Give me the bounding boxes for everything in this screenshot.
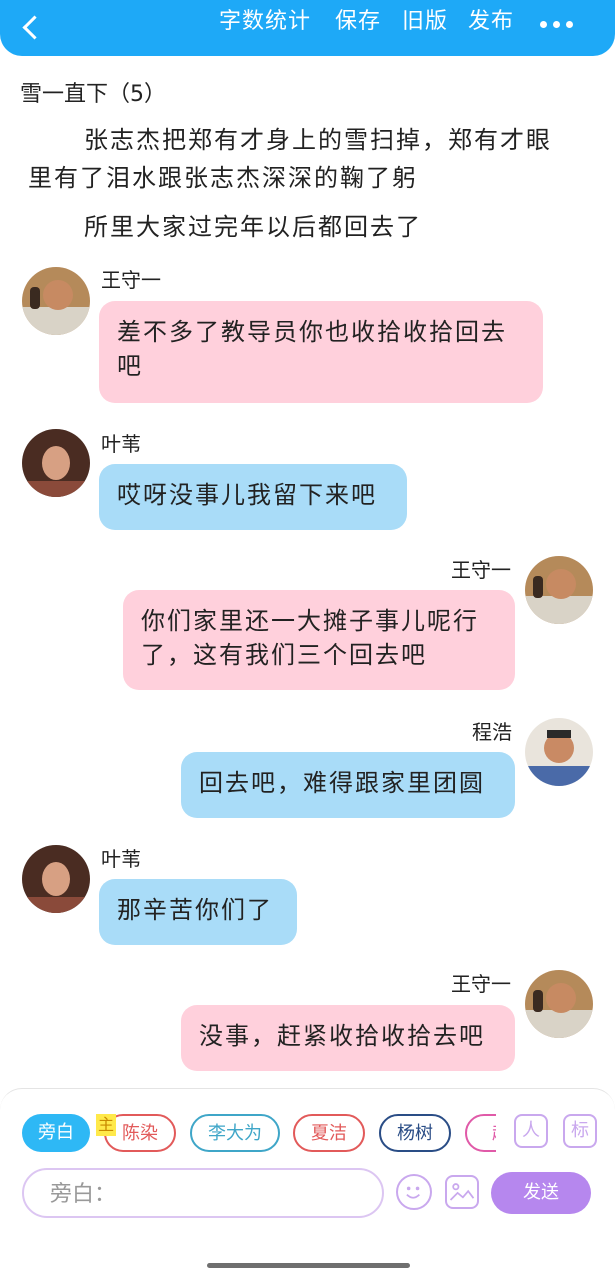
message-bubble[interactable]: 没事，赶紧收拾收拾去吧 — [181, 1005, 515, 1071]
avatar-wang-shouyi[interactable] — [525, 556, 593, 624]
avatar-ye-wei[interactable] — [22, 429, 90, 497]
speaker-name: 叶苇 — [101, 847, 141, 871]
message-bubble[interactable]: 回去吧，难得跟家里团圆 — [181, 752, 515, 818]
avatar-ye-wei[interactable] — [22, 845, 90, 913]
speaker-name: 程浩 — [472, 720, 512, 744]
old-version-button[interactable]: 旧版 — [402, 6, 448, 38]
speaker-name: 叶苇 — [101, 432, 141, 456]
word-count-button[interactable]: 字数统计 — [219, 6, 311, 38]
narration-line: 所里大家过完年以后都回去了 — [84, 213, 422, 241]
speaker-name: 王守一 — [451, 972, 511, 996]
save-button[interactable]: 保存 — [335, 6, 381, 38]
more-options-icon[interactable] — [540, 21, 576, 29]
role-chip-zhao[interactable]: 赵 — [465, 1114, 496, 1152]
role-chip-yang-shu[interactable]: 杨树 — [379, 1114, 451, 1152]
message-bubble[interactable]: 差不多了教导员你也收拾收拾回去吧 — [99, 301, 543, 403]
role-chip-row: 旁白 陈染 李大为 夏洁 杨树 赵 — [0, 1114, 496, 1154]
message-input-box — [22, 1168, 384, 1218]
message-bubble[interactable]: 你们家里还一大摊子事儿呢行了，这有我们三个回去吧 — [123, 590, 515, 690]
narration-line: 里有了泪水跟张志杰深深的鞠了躬 — [28, 164, 418, 192]
role-chip-xia-jie[interactable]: 夏洁 — [293, 1114, 365, 1152]
speaker-name: 王守一 — [451, 558, 511, 582]
mark-icon[interactable]: 标 — [563, 1114, 597, 1148]
publish-button[interactable]: 发布 — [468, 6, 514, 38]
home-indicator — [207, 1263, 410, 1268]
chapter-title: 雪一直下（5） — [20, 82, 166, 107]
speaker-name: 王守一 — [101, 268, 161, 292]
image-icon[interactable] — [445, 1175, 479, 1209]
main-role-badge: 主 — [96, 1114, 116, 1136]
person-icon[interactable]: 人 — [514, 1114, 548, 1148]
top-bar: 字数统计 保存 旧版 发布 — [0, 0, 615, 56]
role-chip-li-dawei[interactable]: 李大为 — [190, 1114, 280, 1152]
avatar-wang-shouyi[interactable] — [22, 267, 90, 335]
send-button[interactable]: 发送 — [491, 1172, 591, 1214]
avatar-wang-shouyi[interactable] — [525, 970, 593, 1038]
narration-clipped: 张志杰把郑有才身上的雪扫掉，郑有才眼 — [0, 126, 615, 152]
back-chevron-icon[interactable] — [20, 10, 50, 40]
role-chip-narrator[interactable]: 旁白 — [22, 1114, 90, 1152]
narration-line: 张志杰把郑有才身上的雪扫掉，郑有才眼 — [84, 126, 552, 152]
message-input[interactable] — [48, 1178, 372, 1210]
emoji-icon[interactable] — [396, 1174, 432, 1210]
avatar-cheng-hao[interactable] — [525, 718, 593, 786]
message-bubble[interactable]: 那辛苦你们了 — [99, 879, 297, 945]
message-bubble[interactable]: 哎呀没事儿我留下来吧 — [99, 464, 407, 530]
